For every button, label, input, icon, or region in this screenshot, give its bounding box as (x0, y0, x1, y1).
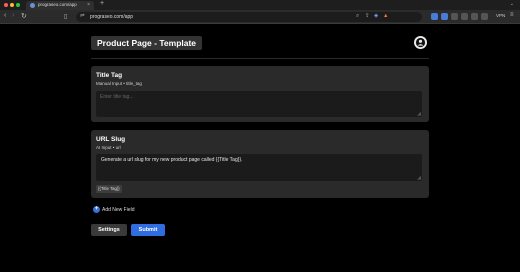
lion-icon[interactable]: ▲ (383, 13, 388, 19)
field-subtitle: AI Input • url (96, 145, 121, 150)
downloads-icon[interactable] (481, 13, 488, 20)
resize-handle-icon[interactable]: ◢ (417, 111, 421, 117)
settings-button[interactable]: Settings (91, 224, 127, 236)
close-window-button[interactable] (4, 3, 8, 7)
app-page: Product Page - Template Title Tag Manual… (0, 24, 520, 272)
submit-button[interactable]: Submit (131, 224, 165, 236)
account-icon[interactable] (414, 36, 427, 49)
field-subtitle: Manual Input • title_tag (96, 81, 142, 86)
field-label: URL Slug (96, 136, 126, 143)
wallet-icon[interactable] (471, 13, 478, 20)
share-icon[interactable]: ⇪ (365, 13, 370, 19)
reload-icon[interactable]: ↻ (21, 12, 27, 20)
field-card-title-tag: Title Tag Manual Input • title_tag Enter… (91, 66, 429, 122)
address-bar[interactable]: ⇌ prograseo.com/app ⌕ ⇪ ◈ ▲ (76, 12, 422, 22)
resize-handle-icon[interactable]: ◢ (417, 175, 421, 181)
shield-icon[interactable]: ◈ (374, 13, 378, 19)
new-tab-button[interactable]: + (100, 0, 104, 7)
browser-tab-bar: prograseo.com/app × + ⌄ (0, 0, 520, 10)
variable-chip[interactable]: {{Title Tag}} (96, 185, 122, 193)
extension-icon[interactable] (441, 13, 448, 20)
tab-close-icon[interactable]: × (87, 2, 90, 8)
bookmark-icon[interactable]: ▯ (64, 13, 67, 20)
site-settings-icon[interactable]: ⇌ (80, 13, 85, 19)
title-tag-input[interactable]: Enter title tag... ◢ (96, 91, 422, 117)
forward-icon[interactable]: › (12, 12, 14, 19)
prompt-text: Generate a url slug for my new product p… (101, 157, 243, 163)
extensions-icon[interactable] (451, 13, 458, 20)
chevron-down-icon[interactable]: ⌄ (510, 1, 514, 7)
field-placeholder: Enter title tag... (100, 94, 134, 100)
field-label: Title Tag (96, 72, 123, 79)
tab-title: prograseo.com/app (38, 2, 77, 7)
maximize-window-button[interactable] (16, 3, 20, 7)
favicon-icon (30, 3, 35, 8)
page-title: Product Page - Template (91, 36, 203, 50)
vpn-button[interactable]: VPN (496, 13, 505, 18)
header-divider (91, 58, 429, 59)
url-slug-prompt-textarea[interactable]: Generate a url slug for my new product p… (96, 154, 422, 181)
sidebar-icon[interactable] (461, 13, 468, 20)
field-card-url-slug: URL Slug AI Input • url Generate a url s… (91, 130, 429, 198)
browser-toolbar: ‹ › ↻ ▯ ⇌ prograseo.com/app ⌕ ⇪ ◈ ▲ VPN … (0, 10, 520, 24)
zoom-icon[interactable]: ⌕ (356, 13, 359, 20)
menu-icon[interactable]: ≡ (510, 12, 514, 18)
minimize-window-button[interactable] (10, 3, 14, 7)
add-field-label: Add New Field (102, 207, 135, 213)
url-text: prograseo.com/app (90, 13, 134, 20)
plus-icon: + (93, 206, 100, 213)
browser-tab[interactable]: prograseo.com/app × (26, 1, 94, 10)
extension-icon[interactable] (431, 13, 438, 20)
back-icon[interactable]: ‹ (4, 12, 6, 19)
